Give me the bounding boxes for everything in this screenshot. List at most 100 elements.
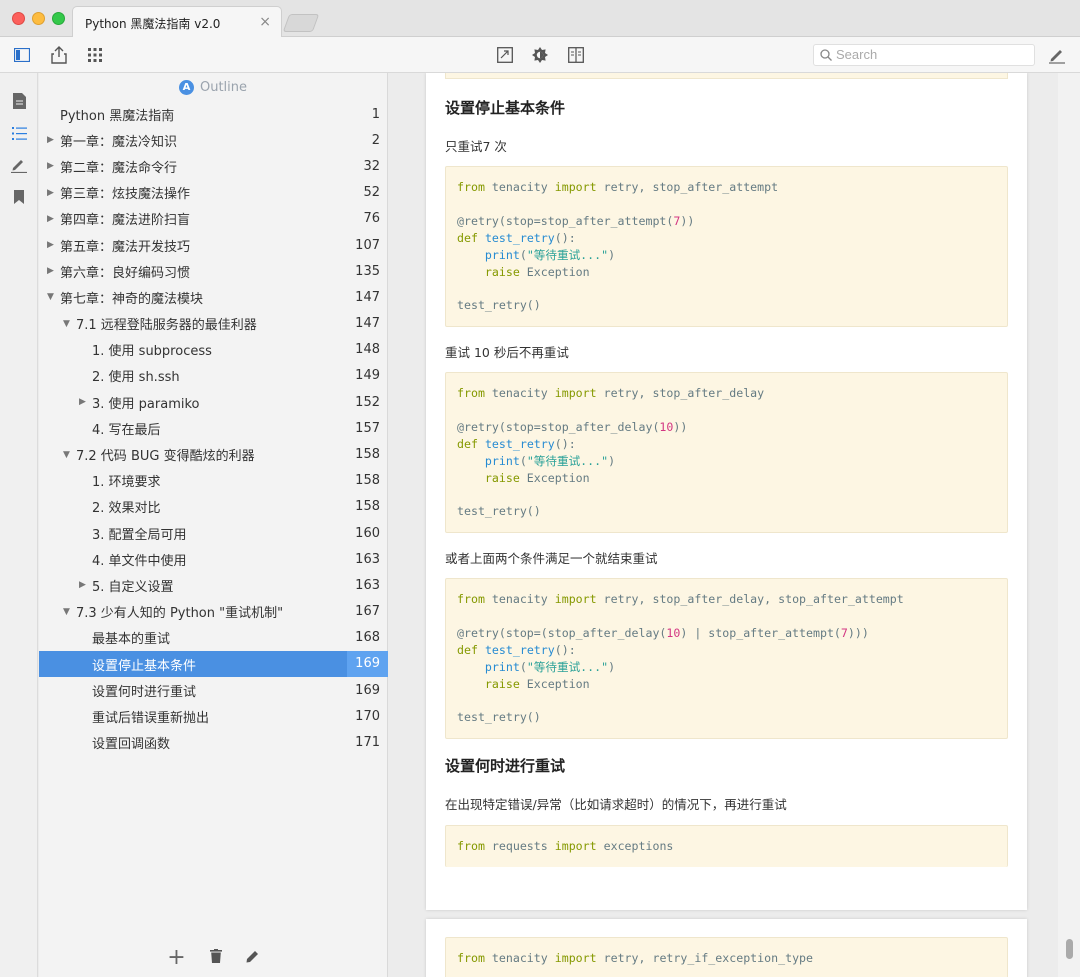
code-block: from tenacity import retry, stop_after_d… <box>445 578 1008 739</box>
paragraph: 重试 10 秒后不再重试 <box>445 345 569 360</box>
outline-item[interactable]: ▶ 第四章：魔法进阶扫盲 76 <box>39 206 388 232</box>
outline-item[interactable]: ▼ 7.1 远程登陆服务器的最佳利器 147 <box>39 311 388 337</box>
outline-item[interactable]: 设置停止基本条件 169 <box>39 650 388 678</box>
brightness-icon[interactable] <box>530 45 550 65</box>
outline-item-page: 157 <box>355 420 380 436</box>
outline-item-label: 设置停止基本条件 <box>92 658 197 674</box>
disclosure-closed-icon[interactable]: ▶ <box>47 214 54 224</box>
outline-header: A Outline <box>39 73 387 101</box>
close-window-button[interactable] <box>12 12 25 25</box>
outline-item[interactable]: Python 黑魔法指南 1 <box>39 101 388 127</box>
outline-item[interactable]: 设置回调函数 171 <box>39 730 388 756</box>
outline-item-page: 148 <box>355 342 380 358</box>
outline-item[interactable]: ▶ 第三章：炫技魔法操作 52 <box>39 180 388 206</box>
minimize-window-button[interactable] <box>32 12 45 25</box>
outline-item[interactable]: 2. 使用 sh.ssh 149 <box>39 363 388 389</box>
outline-item-page: 160 <box>355 525 380 541</box>
scrollbar-thumb[interactable] <box>1066 939 1073 959</box>
outline-item-page: 52 <box>363 185 380 201</box>
outline-list: Python 黑魔法指南 1 ▶ 第一章：魔法冷知识 2 ▶ 第二章：魔法命令行 32 ▶ 第三章… <box>39 101 388 756</box>
bookmark-icon[interactable] <box>10 188 28 206</box>
code-block: from tenacity import retry, stop_after_a… <box>445 166 1008 327</box>
edit-icon[interactable] <box>246 947 260 968</box>
outline-item[interactable]: ▶ 第一章：魔法冷知识 2 <box>39 127 388 153</box>
outline-item[interactable]: 3. 配置全局可用 160 <box>39 520 388 546</box>
outline-item[interactable]: 重试后错误重新抛出 170 <box>39 703 388 729</box>
new-tab-button[interactable] <box>282 14 320 32</box>
outline-item[interactable]: ▶ 5. 自定义设置 163 <box>39 572 388 598</box>
tab-title: Python 黑魔法指南 v2.0 <box>85 17 221 31</box>
outline-item-label: 第七章：神奇的魔法模块 <box>60 291 204 307</box>
outline-item-label: 第五章：魔法开发技巧 <box>60 239 191 255</box>
grid-icon[interactable] <box>85 45 105 65</box>
outline-item-page: 147 <box>355 289 380 305</box>
outline-item-label: 3. 使用 paramiko <box>92 396 200 412</box>
outline-item[interactable]: ▶ 第六章：良好编码习惯 135 <box>39 258 388 284</box>
outline-item-page: 32 <box>363 158 380 174</box>
document-view[interactable]: 设置停止基本条件 只重试7 次 from tenacity import ret… <box>389 73 1080 977</box>
search-input[interactable]: Search <box>813 44 1035 66</box>
code-block: from tenacity import retry, stop_after_d… <box>445 372 1008 533</box>
outline-item[interactable]: 2. 效果对比 158 <box>39 494 388 520</box>
disclosure-open-icon[interactable]: ▼ <box>63 450 70 460</box>
outline-item[interactable]: ▼ 第七章：神奇的魔法模块 147 <box>39 284 388 310</box>
outline-item-page: 135 <box>355 263 380 279</box>
tab-close-icon[interactable]: × <box>259 14 271 30</box>
title-bar: Python 黑魔法指南 v2.0 × <box>0 0 1080 37</box>
outline-item[interactable]: ▼ 7.2 代码 BUG 变得酷炫的利器 158 <box>39 441 388 467</box>
outline-item[interactable]: 4. 单文件中使用 163 <box>39 546 388 572</box>
outline-item-page: 163 <box>355 551 380 567</box>
outline-item[interactable]: 1. 使用 subprocess 148 <box>39 337 388 363</box>
disclosure-closed-icon[interactable]: ▶ <box>79 397 86 407</box>
pen-icon[interactable] <box>1047 45 1067 65</box>
disclosure-open-icon[interactable]: ▼ <box>63 319 70 329</box>
disclosure-closed-icon[interactable]: ▶ <box>47 266 54 276</box>
outline-item[interactable]: ▶ 第二章：魔法命令行 32 <box>39 153 388 179</box>
outline-title: Outline <box>199 79 248 95</box>
disclosure-open-icon[interactable]: ▼ <box>63 607 70 617</box>
zoom-fit-icon[interactable] <box>495 45 515 65</box>
disclosure-closed-icon[interactable]: ▶ <box>47 188 54 198</box>
outline-item[interactable]: ▶ 3. 使用 paramiko 152 <box>39 389 388 415</box>
outline-item-page: 169 <box>347 651 388 678</box>
disclosure-closed-icon[interactable]: ▶ <box>47 161 54 171</box>
outline-item-page: 168 <box>355 630 380 646</box>
outline-item[interactable]: 最基本的重试 168 <box>39 625 388 651</box>
outline-item-page: 149 <box>355 368 380 384</box>
outline-item-page: 171 <box>355 735 380 751</box>
document-icon[interactable] <box>10 92 28 110</box>
disclosure-closed-icon[interactable]: ▶ <box>79 580 86 590</box>
code-block: from requests import exceptions <box>445 825 1008 867</box>
outline-list-icon[interactable] <box>10 124 28 142</box>
two-page-icon[interactable] <box>566 45 586 65</box>
code-block <box>445 73 1008 79</box>
outline-item-label: 5. 自定义设置 <box>92 579 174 595</box>
outline-item-page: 169 <box>355 682 380 698</box>
share-icon[interactable] <box>49 45 69 65</box>
outline-item-label: 7.2 代码 BUG 变得酷炫的利器 <box>76 449 255 465</box>
paragraph: 只重试7 次 <box>445 139 507 154</box>
outline-item[interactable]: ▶ 第五章：魔法开发技巧 107 <box>39 232 388 258</box>
section-heading: 设置停止基本条件 <box>445 99 566 117</box>
outline-item[interactable]: 1. 环境要求 158 <box>39 468 388 494</box>
delete-icon[interactable] <box>209 947 222 968</box>
outline-badge-icon: A <box>178 79 194 95</box>
outline-item-page: 1 <box>371 106 380 122</box>
disclosure-closed-icon[interactable]: ▶ <box>47 240 54 250</box>
annotation-pen-icon[interactable] <box>10 156 28 174</box>
add-bookmark-icon[interactable]: + <box>167 945 185 970</box>
outline-item[interactable]: 设置何时进行重试 169 <box>39 677 388 703</box>
outline-item[interactable]: 4. 写在最后 157 <box>39 415 388 441</box>
outline-item-page: 152 <box>355 394 380 410</box>
document-tab[interactable]: Python 黑魔法指南 v2.0 × <box>72 6 282 37</box>
search-icon <box>820 49 832 61</box>
scrollbar-track[interactable] <box>1058 73 1080 977</box>
disclosure-closed-icon[interactable]: ▶ <box>47 135 54 145</box>
outline-item[interactable]: ▼ 7.3 少有人知的 Python "重试机制" 167 <box>39 599 388 625</box>
zoom-window-button[interactable] <box>52 12 65 25</box>
disclosure-open-icon[interactable]: ▼ <box>47 292 54 302</box>
outline-item-page: 167 <box>355 604 380 620</box>
outline-item-label: 4. 写在最后 <box>92 422 161 438</box>
sidebar-toggle-icon[interactable] <box>12 45 32 65</box>
outline-item-page: 163 <box>355 577 380 593</box>
